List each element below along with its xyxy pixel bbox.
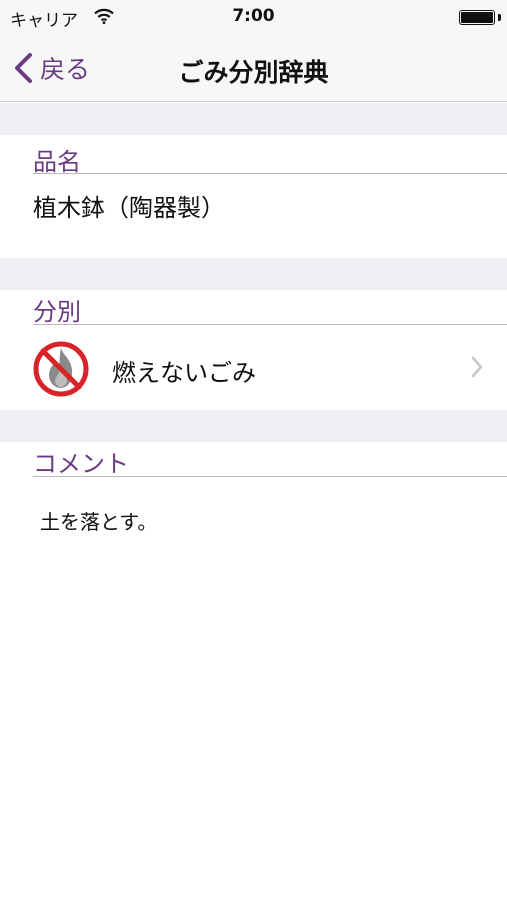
section-header-label: コメント [33, 450, 129, 478]
navigation-bar: 戻る ごみ分別辞典 [0, 34, 507, 102]
status-clock: 7:00 [232, 6, 275, 26]
item-name: 植木鉢（陶器製） [33, 194, 225, 222]
item-name-row: 植木鉢（陶器製） [0, 176, 507, 258]
category-row[interactable]: 燃えないごみ [0, 326, 507, 410]
page-title: ごみ分別辞典 [178, 58, 329, 87]
category-label: 燃えないごみ [112, 359, 256, 387]
section-header-label: 分別 [33, 298, 81, 326]
section-header-category: 分別 [33, 292, 507, 326]
non-burnable-icon [33, 341, 89, 397]
section-gap [0, 103, 507, 135]
status-bar: キャリア 7:00 [0, 0, 507, 34]
battery-tip [498, 14, 501, 21]
chevron-right-icon [471, 356, 483, 378]
comment-row: 土を落とす。 [0, 478, 507, 578]
section-header-comment: コメント [33, 444, 507, 478]
battery-icon [459, 10, 495, 25]
section-header-name: 品名 [33, 142, 507, 176]
comment-text: 土を落とす。 [40, 510, 158, 534]
section-header-label: 品名 [33, 148, 81, 176]
section-gap [0, 258, 507, 290]
section-gap [0, 410, 507, 442]
